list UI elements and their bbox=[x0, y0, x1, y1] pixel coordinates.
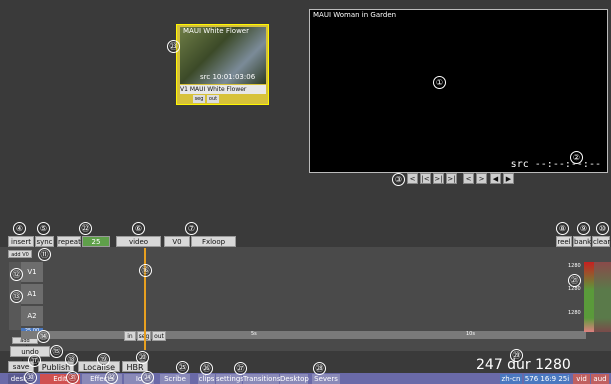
callout-9: ⑨ bbox=[577, 222, 590, 235]
sync-button[interactable]: sync bbox=[35, 236, 54, 247]
track-v1[interactable]: V1 bbox=[21, 262, 43, 282]
editor-root: MAUI Woman in Garden src --:--:--:-- MAU… bbox=[0, 0, 611, 384]
video-stretch-button[interactable]: video stretch bbox=[116, 236, 161, 257]
callout-11: ⑪ bbox=[38, 248, 51, 261]
callout-12: ⑫ bbox=[10, 268, 23, 281]
tab-desktop[interactable]: Desktop bbox=[280, 374, 309, 384]
level-meter bbox=[584, 262, 594, 332]
repeat-button[interactable]: repeat bbox=[57, 236, 81, 247]
v0-button[interactable]: V0 bbox=[164, 236, 190, 247]
callout-31: ㉛ bbox=[66, 371, 79, 384]
status-vid[interactable]: vid bbox=[573, 374, 590, 384]
transport-btn-6[interactable]: > bbox=[476, 173, 487, 184]
callout-26: ㉖ bbox=[200, 362, 213, 375]
transport-btn-7[interactable]: ◀ bbox=[490, 173, 501, 184]
callout-13: ⑬ bbox=[10, 290, 23, 303]
thumbnail-timecode: src 10:01:03:06 bbox=[200, 73, 256, 81]
track-a2[interactable]: A2 bbox=[21, 306, 43, 326]
status-lang: zh-cn bbox=[500, 374, 522, 384]
callout-4: ④ bbox=[13, 222, 26, 235]
repeat-value[interactable]: 25 bbox=[82, 236, 110, 247]
callout-5: ⑤ bbox=[37, 222, 50, 235]
status-aud[interactable]: aud bbox=[591, 374, 609, 384]
clear-button[interactable]: clear bbox=[592, 236, 610, 247]
thumbnail-seg[interactable]: seg bbox=[193, 95, 205, 103]
callout-17: ⑰ bbox=[28, 354, 41, 367]
callout-3: ③ bbox=[392, 173, 405, 186]
thumbnail-out[interactable]: out bbox=[207, 95, 219, 103]
callout-14: ⑭ bbox=[37, 330, 50, 343]
callout-21: ㉑ bbox=[568, 274, 581, 287]
callout-30: ㉚ bbox=[24, 371, 37, 384]
insert-button[interactable]: insert bbox=[8, 236, 34, 247]
thumbnail-track-row: V1 MAUI White Flower bbox=[180, 85, 266, 94]
in-button[interactable]: in bbox=[124, 331, 136, 341]
callout-22: ㉒ bbox=[79, 222, 92, 235]
duration-readout: 247 dur 1280 bbox=[476, 357, 571, 373]
callout-6: ⑥ bbox=[132, 222, 145, 235]
transport-btn-2[interactable]: |< bbox=[420, 173, 431, 184]
callout-32: ㉜ bbox=[105, 371, 118, 384]
reel-button[interactable]: reel bbox=[556, 236, 572, 247]
transport-btn-8[interactable]: ▶ bbox=[503, 173, 514, 184]
add-v-button[interactable]: add V0 bbox=[8, 250, 32, 258]
callout-10: ⑩ bbox=[596, 222, 609, 235]
ruler-mark-1: 5s bbox=[251, 331, 257, 337]
callout-1: ① bbox=[433, 76, 446, 89]
viewer-title: MAUI Woman in Garden bbox=[313, 11, 397, 19]
thumbnail-title: MAUI White Flower bbox=[183, 27, 249, 35]
callout-20: ⑳ bbox=[136, 351, 149, 364]
ruler-mark-2: 10s bbox=[466, 331, 475, 337]
source-viewer[interactable]: MAUI Woman in Garden src --:--:--:-- bbox=[309, 9, 608, 173]
callout-23: ㉓ bbox=[167, 40, 180, 53]
callout-8: ⑧ bbox=[556, 222, 569, 235]
track-a1[interactable]: A1 bbox=[21, 284, 43, 304]
callout-19: ⑲ bbox=[97, 353, 110, 366]
tab-transitions[interactable]: Transitions bbox=[243, 374, 281, 384]
meter-label-3: 1280 bbox=[568, 310, 581, 316]
tab-severs[interactable]: Severs bbox=[312, 374, 340, 384]
meter-label-1: 1280 bbox=[568, 263, 581, 269]
transport-btn-1[interactable]: < bbox=[407, 173, 418, 184]
timeline-ruler[interactable]: 5s 10s bbox=[21, 331, 586, 339]
callout-15: ⑮ bbox=[50, 345, 63, 358]
status-format: 576 16:9 25i bbox=[524, 374, 570, 384]
viewer-timecode: src --:--:--:-- bbox=[510, 159, 601, 170]
callout-2: ② bbox=[570, 151, 583, 164]
callout-25: ㉕ bbox=[176, 361, 189, 374]
tab-scribe[interactable]: Scribe bbox=[160, 374, 190, 384]
callout-27: ㉗ bbox=[234, 362, 247, 375]
callout-16: ⑯ bbox=[139, 264, 152, 277]
bank-button[interactable]: bank bbox=[573, 236, 591, 247]
callout-28: ㉘ bbox=[313, 362, 326, 375]
tab-settings[interactable]: settings bbox=[216, 374, 244, 384]
clip-thumbnail[interactable]: MAUI White Flower src 10:01:03:06 V1 MAU… bbox=[176, 24, 269, 105]
transport-btn-3[interactable]: >| bbox=[433, 173, 444, 184]
transport-btn-4[interactable]: >| bbox=[446, 173, 457, 184]
callout-7: ⑦ bbox=[185, 222, 198, 235]
callout-18: ⑱ bbox=[65, 353, 78, 366]
callout-24: ㉔ bbox=[141, 371, 154, 384]
out-button[interactable]: out bbox=[152, 331, 166, 341]
fxloop-button[interactable]: Fxloop bbox=[191, 236, 236, 247]
transport-btn-5[interactable]: < bbox=[463, 173, 474, 184]
callout-29: ㉙ bbox=[510, 349, 523, 362]
tab-clips[interactable]: clips bbox=[198, 374, 215, 384]
level-meter-right bbox=[594, 262, 611, 332]
